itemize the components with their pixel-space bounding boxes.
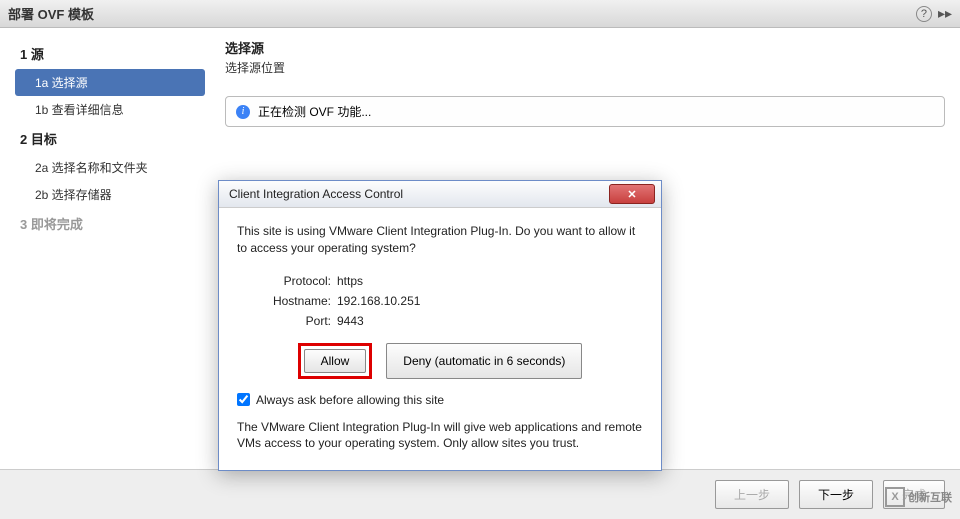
always-ask-label: Always ask before allowing this site (256, 393, 444, 407)
dialog-prompt: This site is using VMware Client Integra… (237, 223, 643, 257)
wizard-footer: 上一步 下一步 完成 X 创新互联 (0, 469, 960, 519)
wizard-sidebar: 1 源 1a 选择源 1b 查看详细信息 2 目标 2a 选择名称和文件夹 2b… (0, 28, 210, 469)
info-icon: i (236, 105, 250, 119)
protocol-label: Protocol: (257, 274, 337, 288)
port-value: 9443 (337, 314, 364, 328)
hostname-row: Hostname: 192.168.10.251 (257, 291, 643, 311)
window-title: 部署 OVF 模板 (8, 4, 94, 23)
dialog-buttons: Allow Deny (automatic in 6 seconds) (237, 343, 643, 379)
connection-details: Protocol: https Hostname: 192.168.10.251… (257, 271, 643, 331)
help-icon[interactable]: ? (916, 6, 932, 22)
allow-button[interactable]: Allow (304, 349, 367, 373)
title-icons: ? ▸▸ (916, 5, 952, 22)
always-ask-checkbox[interactable] (237, 393, 250, 406)
watermark: X 创新互联 (885, 487, 952, 507)
port-row: Port: 9443 (257, 311, 643, 331)
protocol-row: Protocol: https (257, 271, 643, 291)
back-button: 上一步 (715, 480, 789, 509)
expand-icon[interactable]: ▸▸ (938, 5, 952, 22)
step-1a-select-source[interactable]: 1a 选择源 (15, 69, 205, 96)
title-bar: 部署 OVF 模板 ? ▸▸ (0, 0, 960, 28)
close-button[interactable]: ✕ (609, 184, 655, 204)
allow-highlight: Allow (298, 343, 373, 379)
step-2-destination[interactable]: 2 目标 (15, 123, 205, 154)
panel-subtitle: 选择源位置 (225, 59, 945, 76)
watermark-text: 创新互联 (908, 489, 952, 505)
port-label: Port: (257, 314, 337, 328)
dialog-body: This site is using VMware Client Integra… (219, 208, 661, 470)
watermark-icon: X (885, 487, 905, 507)
hostname-value: 192.168.10.251 (337, 294, 420, 308)
detect-text: 正在检测 OVF 功能... (258, 103, 371, 120)
dialog-title: Client Integration Access Control (229, 187, 403, 201)
always-ask-row: Always ask before allowing this site (237, 393, 643, 407)
detect-bar: i 正在检测 OVF 功能... (225, 96, 945, 127)
step-1b-review-details[interactable]: 1b 查看详细信息 (15, 96, 205, 123)
panel-title: 选择源 (225, 38, 945, 57)
dialog-footer-text: The VMware Client Integration Plug-In wi… (237, 419, 643, 453)
dialog-title-bar: Client Integration Access Control ✕ (219, 181, 661, 208)
close-icon: ✕ (627, 188, 636, 201)
access-control-dialog: Client Integration Access Control ✕ This… (218, 180, 662, 471)
step-1-source[interactable]: 1 源 (15, 38, 205, 69)
protocol-value: https (337, 274, 363, 288)
next-button[interactable]: 下一步 (799, 480, 873, 509)
step-2b-storage[interactable]: 2b 选择存储器 (15, 181, 205, 208)
step-2a-name-folder[interactable]: 2a 选择名称和文件夹 (15, 154, 205, 181)
step-3-ready: 3 即将完成 (15, 208, 205, 239)
deny-button[interactable]: Deny (automatic in 6 seconds) (386, 343, 582, 379)
hostname-label: Hostname: (257, 294, 337, 308)
